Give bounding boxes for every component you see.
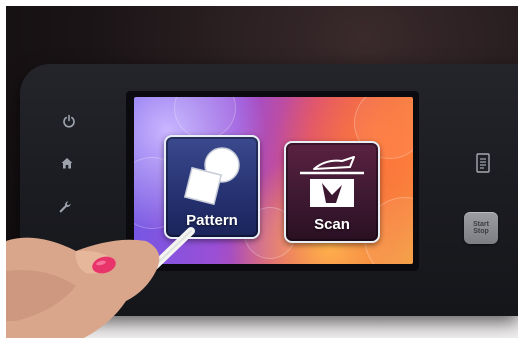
hand-with-stylus <box>6 227 195 338</box>
document-icon[interactable] <box>474 152 492 174</box>
home-icon <box>61 158 73 169</box>
power-button[interactable] <box>60 112 78 130</box>
scan-tile[interactable]: Scan <box>284 141 380 243</box>
start-label: Start <box>473 221 489 228</box>
start-stop-button[interactable]: Start Stop <box>464 212 498 244</box>
scan-label: Scan <box>314 216 350 233</box>
stop-label: Stop <box>473 228 489 235</box>
power-icon <box>63 114 75 128</box>
decor-bubble <box>174 97 236 139</box>
pattern-label: Pattern <box>186 212 238 229</box>
home-button[interactable] <box>58 154 76 172</box>
photo-frame: Pattern Scan Start Stop <box>6 6 518 338</box>
